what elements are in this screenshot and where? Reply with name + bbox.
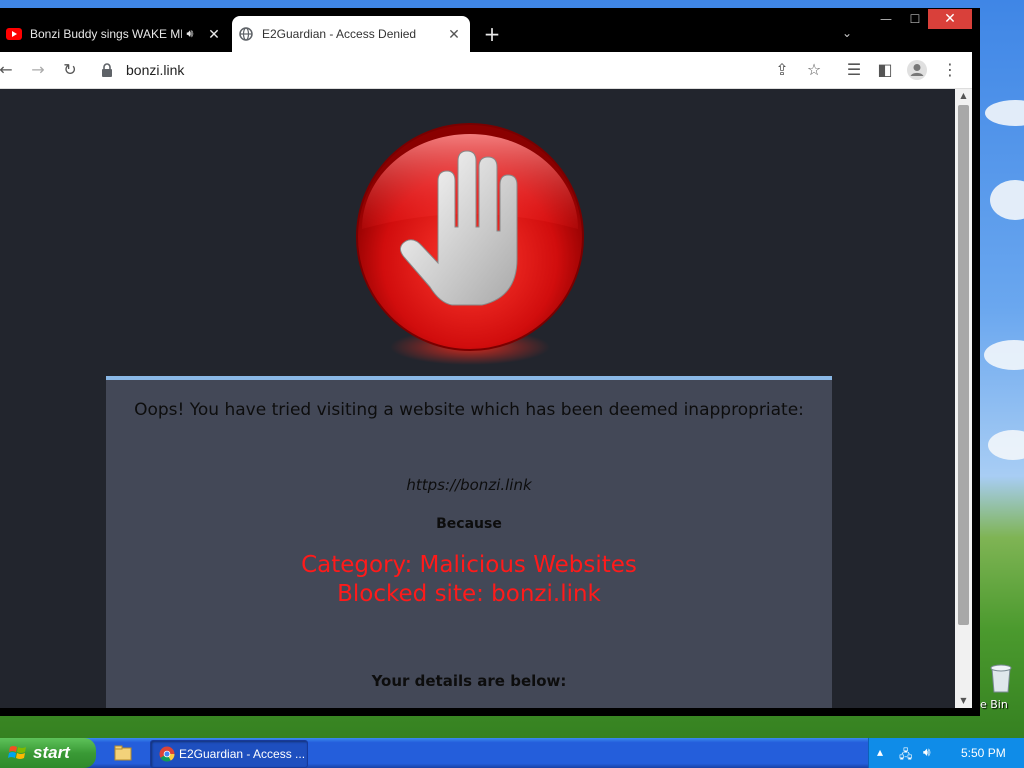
globe-icon [238,26,254,42]
lock-icon[interactable] [100,62,114,78]
tab-title: Bonzi Buddy sings WAKE ME UP [30,27,182,41]
media-controls-icon[interactable]: ☰ [842,58,866,82]
category-reason: Category: Malicious Websites [301,552,637,578]
youtube-icon [6,26,22,42]
reload-icon[interactable]: ↻ [58,58,82,82]
tab-title: E2Guardian - Access Denied [262,27,417,41]
clock[interactable]: 5:50 PM [961,746,1006,760]
forward-arrow-icon[interactable]: → [26,58,50,82]
folder-icon[interactable] [114,744,132,762]
scroll-down-arrow-icon[interactable]: ▼ [955,694,972,708]
start-label: start [33,743,70,762]
page-scrollbar[interactable]: ▲ ▼ [955,89,972,708]
tab-search-chevron-icon[interactable]: ⌄ [842,26,852,40]
bookmark-star-icon[interactable]: ☆ [802,58,826,82]
volume-icon[interactable]: 🔊︎ [923,745,931,760]
stop-hand-icon [356,123,584,365]
more-menu-icon[interactable]: ⋮ [938,58,962,82]
chrome-icon [159,746,175,762]
browser-toolbar: ← → ↻ bonzi.link ⇪ ☆ ☰ ◧ ⋮ [0,52,972,89]
new-tab-button[interactable]: + [480,22,504,46]
side-panel-icon[interactable]: ◧ [873,58,897,82]
tab-strip: Bonzi Buddy sings WAKE ME UP 🔊︎ ✕ E2Guar… [0,8,972,52]
minimize-button[interactable]: — [872,9,900,29]
denied-heading: Oops! You have tried visiting a website … [134,400,804,420]
tray-expand-icon[interactable]: ▴ [877,745,883,759]
scroll-up-arrow-icon[interactable]: ▲ [955,89,972,103]
url-text[interactable]: bonzi.link [126,62,184,78]
profile-avatar-icon[interactable] [905,58,929,82]
page-viewport: Oops! You have tried visiting a website … [0,89,955,708]
network-icon[interactable]: 🖧︎ [899,745,912,766]
close-tab-icon[interactable]: ✕ [444,26,464,43]
details-heading: Your details are below: [371,672,567,690]
recycle-bin-icon[interactable] [984,662,1018,694]
browser-window: Bonzi Buddy sings WAKE ME UP 🔊︎ ✕ E2Guar… [0,8,980,716]
taskbar: start E2Guardian - Access ... ▴ 🖧︎ 🔊︎ 5:… [0,738,1024,768]
address-bar[interactable]: bonzi.link [94,56,754,84]
back-arrow-icon[interactable]: ← [0,58,18,82]
recycle-bin-label: e Bin [980,698,1008,711]
scroll-thumb[interactable] [958,105,969,625]
cloud [988,430,1024,460]
speaker-icon[interactable]: 🔊︎ [182,28,198,41]
tab-bonzi-buddy[interactable]: Bonzi Buddy sings WAKE ME UP 🔊︎ ✕ [0,16,230,52]
cloud [985,100,1024,126]
blocked-site-reason: Blocked site: bonzi.link [337,581,601,607]
close-tab-icon[interactable]: ✕ [204,26,224,43]
share-icon[interactable]: ⇪ [770,58,794,82]
access-denied-card: Oops! You have tried visiting a website … [106,376,832,708]
maximize-button[interactable]: ☐ [902,9,928,29]
close-window-button[interactable]: ✕ [928,9,972,29]
system-tray: ▴ 🖧︎ 🔊︎ 5:50 PM [868,738,1024,768]
tab-e2guardian[interactable]: E2Guardian - Access Denied ✕ [232,16,470,52]
start-button[interactable]: start [0,738,96,768]
because-label: Because [436,516,502,532]
blocked-url: https://bonzi.link [406,476,532,494]
taskbar-button-label: E2Guardian - Access ... [179,747,306,761]
windows-flag-icon [8,746,26,759]
cloud [984,340,1024,370]
taskbar-chrome-button[interactable]: E2Guardian - Access ... [150,740,308,768]
cloud [990,180,1024,220]
